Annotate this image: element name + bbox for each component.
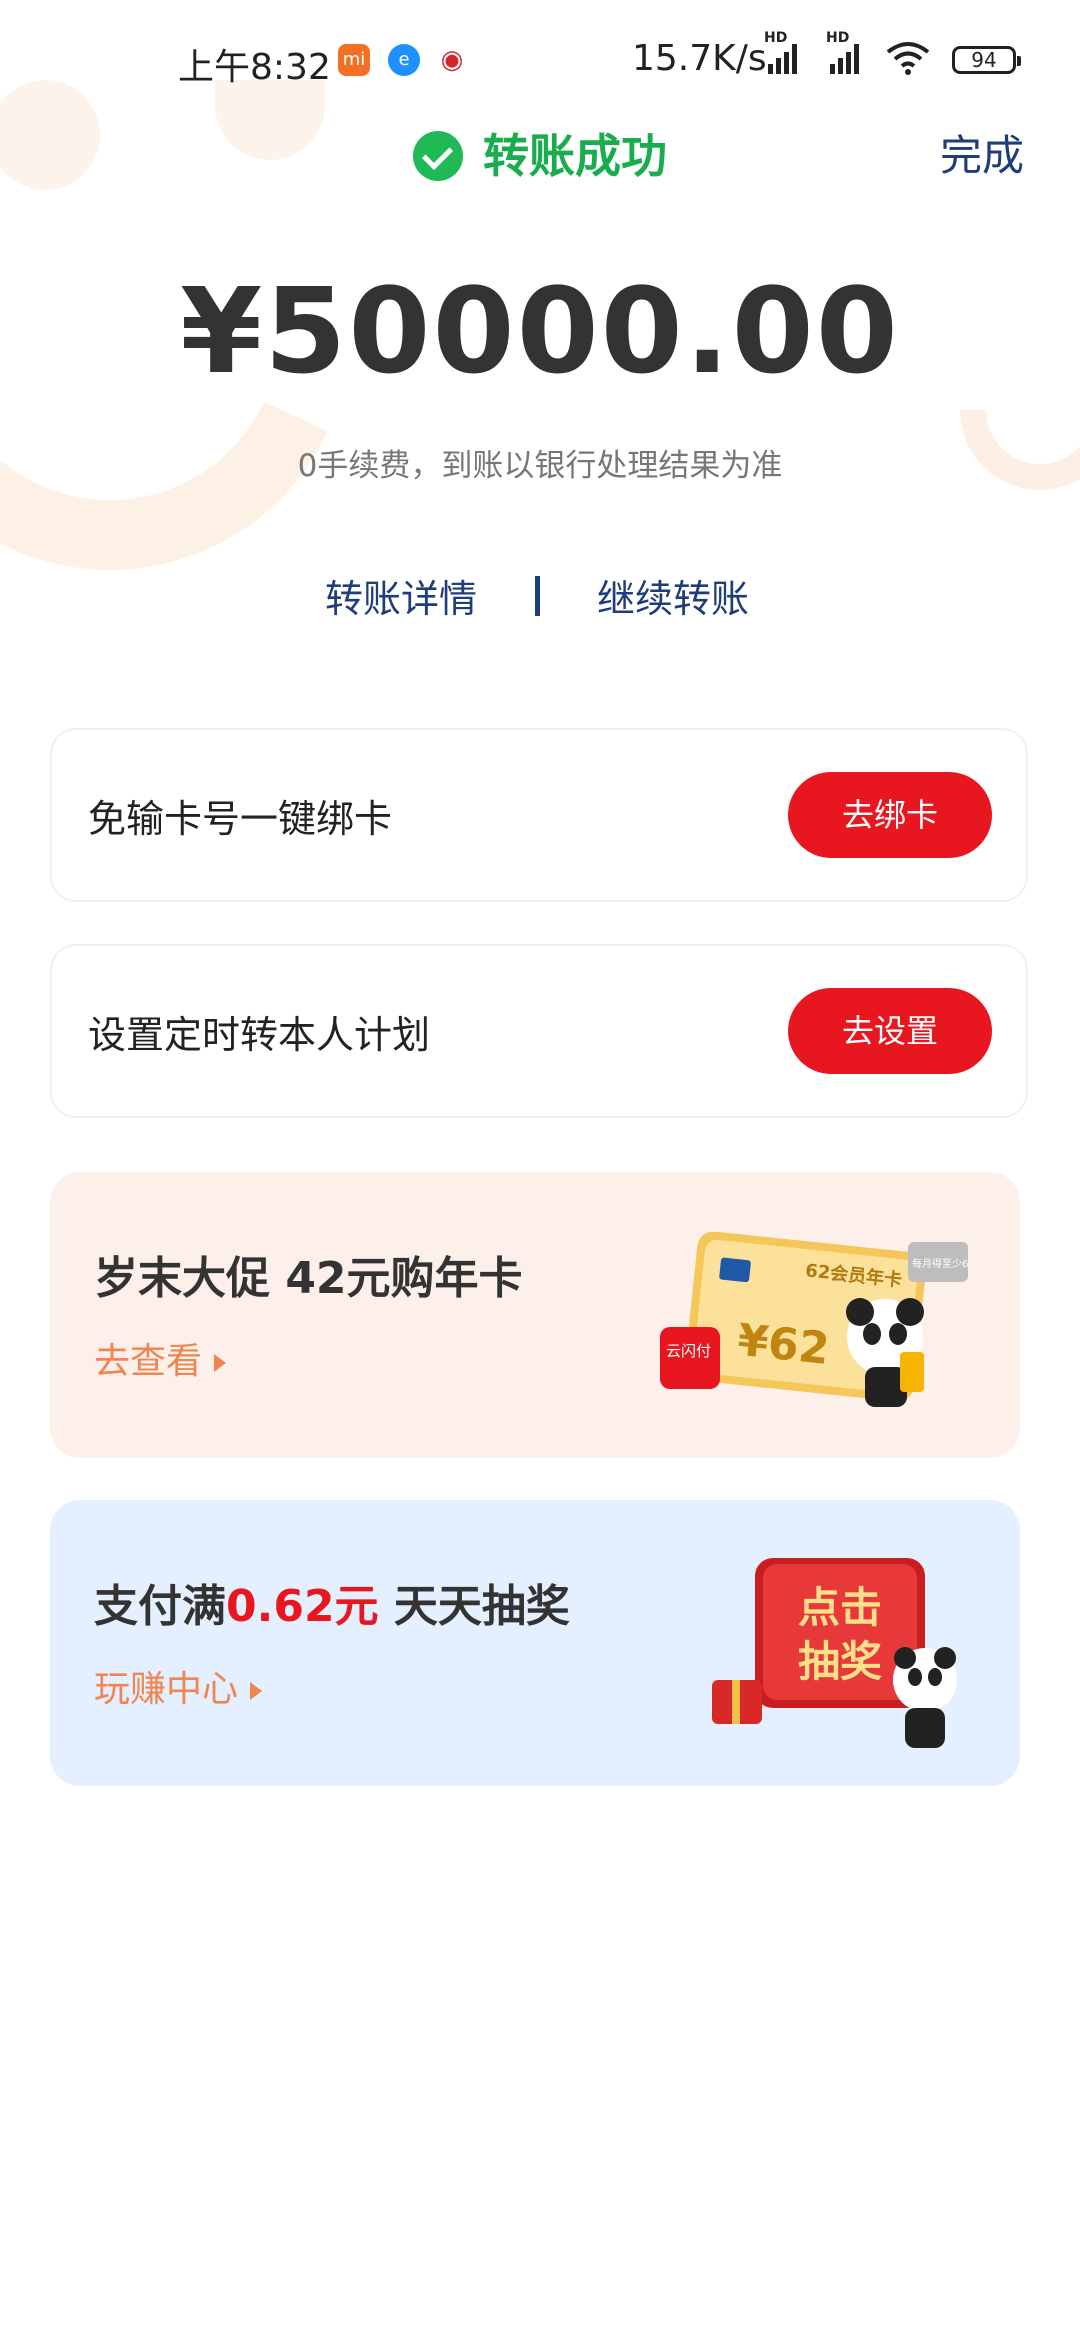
battery-icon: 94 [952,46,1021,74]
signal-icon [830,42,859,74]
scheduled-transfer-text: 设置定时转本人计划 [88,1013,431,1057]
browser-app-icon: e [388,44,420,76]
success-title: 转账成功 [483,129,667,183]
bind-card-text: 免输卡号一键绑卡 [88,797,393,841]
action-links: 转账详情 继续转账 [0,568,1080,628]
scheduled-transfer-panel: 设置定时转本人计划 去设置 [50,944,1028,1118]
lottery-line2: 抽奖 [798,1637,882,1686]
badge-label: 每月得至少6元 [912,1257,970,1270]
mi-app-icon: mi [338,44,370,76]
fee-note: 0手续费，到账以银行处理结果为准 [297,448,783,484]
promo-title: 岁末大促 42元购年卡 [94,1253,523,1304]
continue-transfer-link[interactable]: 继续转账 [597,568,749,623]
check-circle-icon [413,130,463,181]
promo-title-highlight: 0.62元 [226,1581,379,1632]
promo-view-link[interactable]: 去查看 [94,1332,227,1384]
wifi-icon [886,42,930,75]
promo-title-suffix: 天天抽奖 [378,1581,570,1632]
arrow-right-icon [250,1682,263,1700]
signal-icon [768,42,797,74]
lottery-line1: 点击 [798,1583,882,1632]
page-title: 转账成功 [0,120,1080,186]
promo-link-label: 去查看 [94,1341,203,1382]
bank-app-icon: ◉ [440,45,464,75]
annual-card-promo-banner[interactable]: 岁末大促 42元购年卡 去查看 62会员年卡 ¥62 云闪付 每月得至少6元 [50,1172,1020,1458]
earn-center-link[interactable]: 玩赚中心 [94,1660,263,1712]
done-button[interactable]: 完成 [940,122,1024,183]
transfer-detail-link[interactable]: 转账详情 [325,568,477,623]
status-time: 上午8:32 [178,47,331,88]
status-bar: 上午8:32 mi e ◉ 15.7K/s HD HD 94 [0,30,1080,90]
set-schedule-button[interactable]: 去设置 [788,988,992,1074]
arrow-right-icon [214,1354,227,1372]
bind-card-panel: 免输卡号一键绑卡 去绑卡 [50,728,1028,902]
promo-link-label: 玩赚中心 [94,1669,239,1710]
lottery-promo-banner[interactable]: 支付满0.62元 天天抽奖 玩赚中心 点击 抽奖 [50,1500,1020,1786]
network-speed: 15.7K/s [632,38,767,79]
promo-title: 支付满0.62元 天天抽奖 [94,1570,570,1634]
lottery-illustration: 点击 抽奖 [712,1558,957,1748]
bind-card-button[interactable]: 去绑卡 [788,772,992,858]
card-art-amount: ¥62 [735,1315,832,1375]
transfer-amount: ¥50000.00 [180,262,900,400]
divider [535,576,540,616]
promo-title-prefix: 支付满 [94,1581,226,1632]
brand-label: 云闪付 [666,1342,711,1360]
membership-card-illustration: 62会员年卡 ¥62 云闪付 每月得至少6元 [660,1232,970,1407]
